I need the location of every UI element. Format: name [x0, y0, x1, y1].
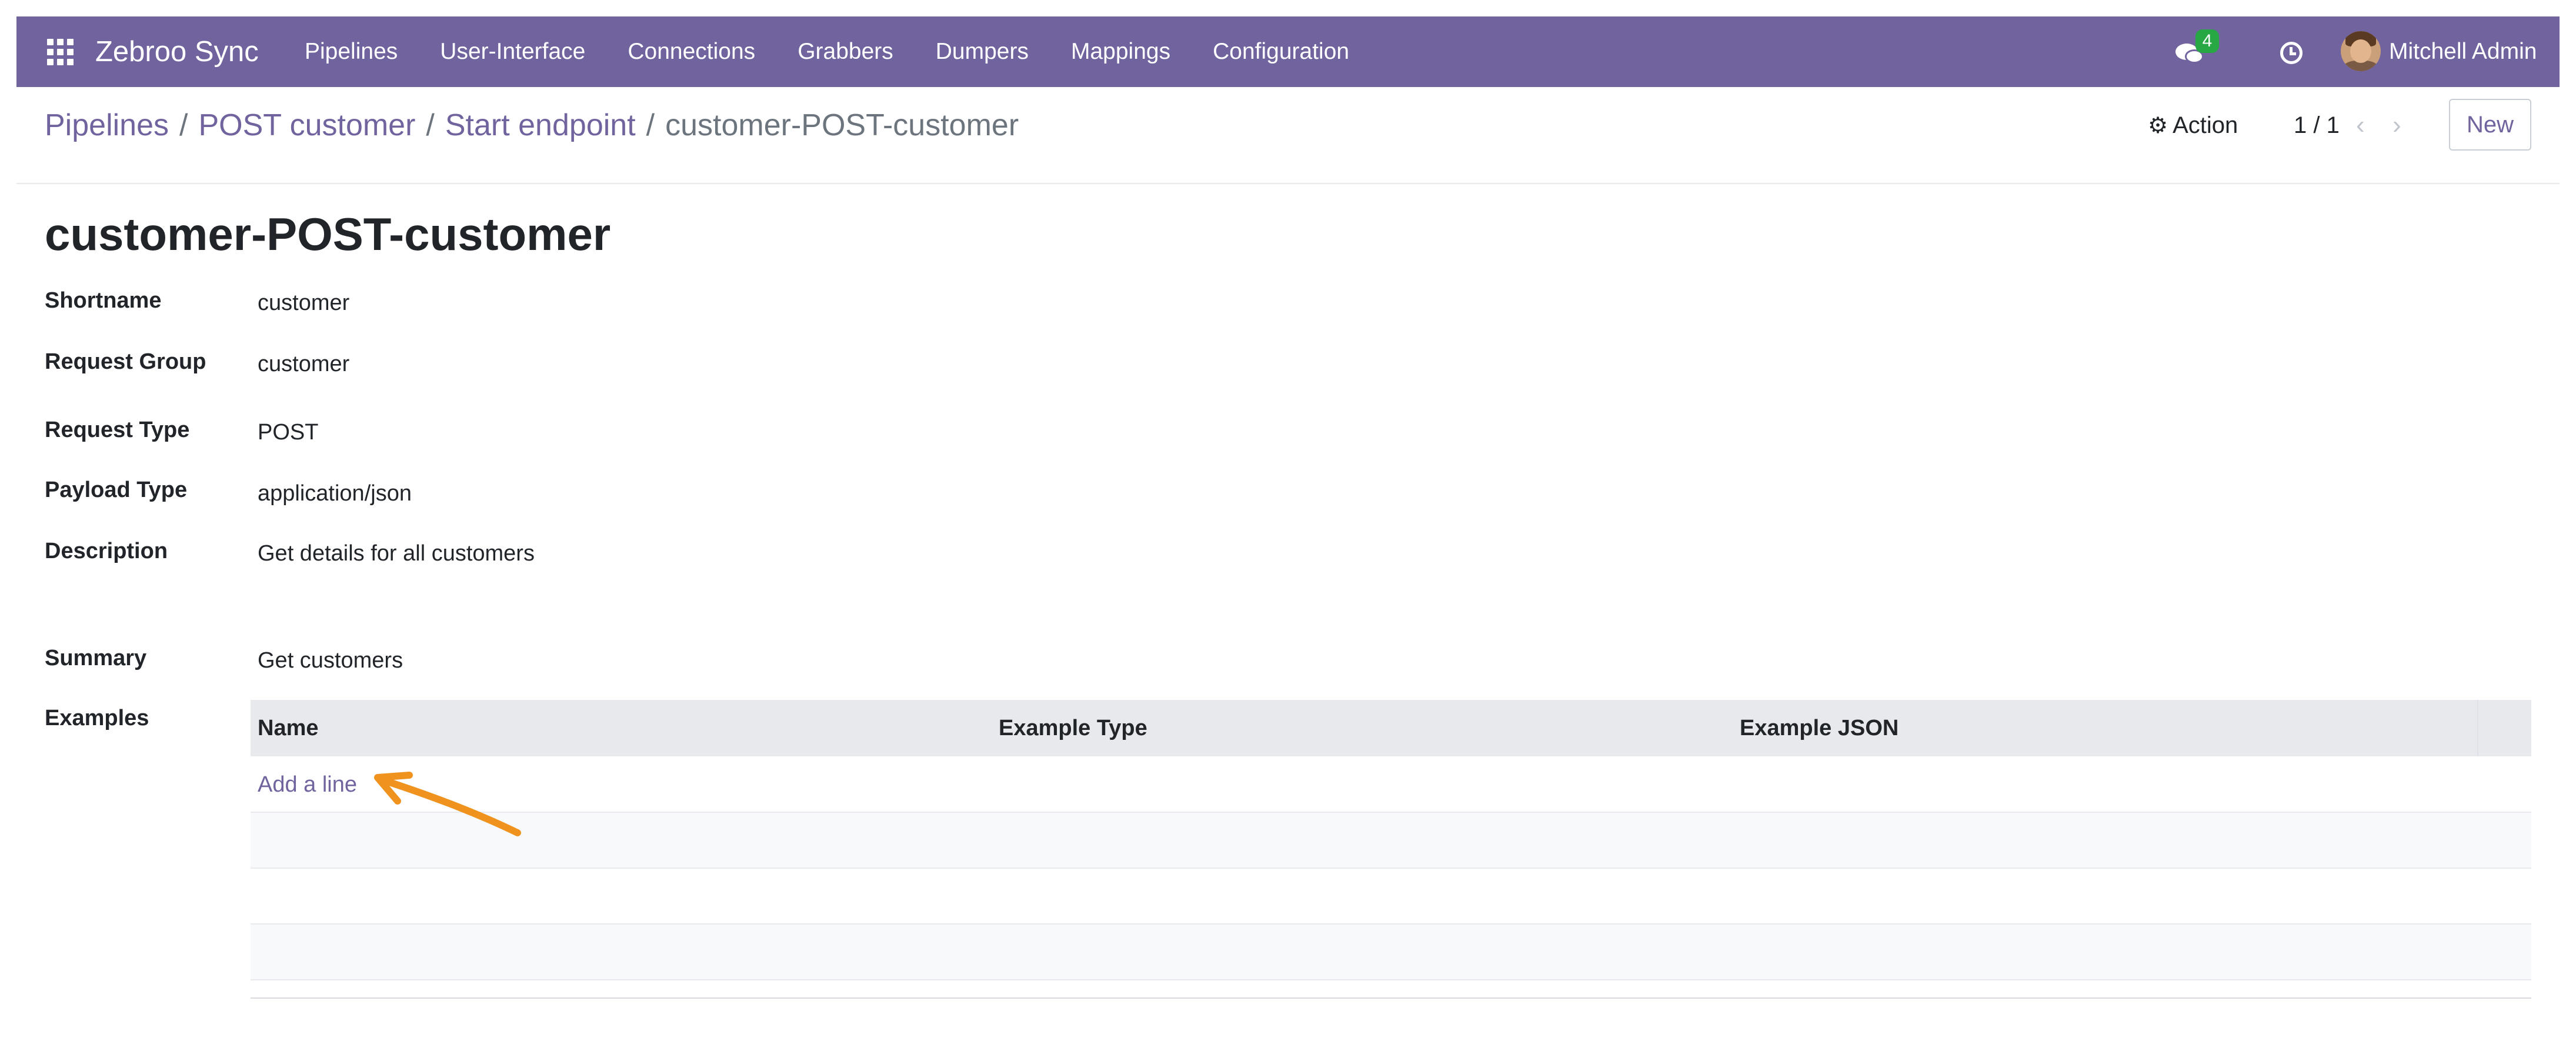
menu-mappings[interactable]: Mappings: [1071, 16, 1170, 87]
menu-pipelines[interactable]: Pipelines: [305, 16, 398, 87]
column-header-example-type[interactable]: Example Type: [999, 700, 1147, 756]
table-bottom-border: [251, 997, 2531, 999]
payload-type-label: Payload Type: [45, 478, 188, 502]
examples-label: Examples: [45, 706, 149, 730]
breadcrumb-separator: /: [179, 108, 188, 142]
pager-next-icon[interactable]: ›: [2393, 87, 2401, 164]
request-group-field[interactable]: customer: [258, 352, 349, 377]
pager-previous-icon[interactable]: ‹: [2356, 87, 2365, 164]
request-type-field[interactable]: POST: [258, 420, 318, 445]
request-type-label: Request Type: [45, 418, 190, 442]
new-record-button[interactable]: New: [2449, 99, 2531, 151]
menu-connections[interactable]: Connections: [628, 16, 755, 87]
add-a-line-link[interactable]: Add a line: [258, 756, 357, 813]
app-window: Zebroo Sync Pipelines User-Interface Con…: [16, 16, 2560, 1025]
payload-type-field[interactable]: application/json: [258, 481, 412, 506]
table-header: Name Example Type Example JSON: [251, 700, 2531, 756]
breadcrumb-separator: /: [426, 108, 435, 142]
action-menu-button[interactable]: ⚙ Action: [2148, 87, 2238, 164]
menu-configuration[interactable]: Configuration: [1213, 16, 1349, 87]
annotation-arrow-icon: [374, 772, 521, 836]
main-navbar: Zebroo Sync Pipelines User-Interface Con…: [16, 16, 2560, 87]
shortname-field[interactable]: customer: [258, 291, 349, 316]
menu-grabbers[interactable]: Grabbers: [798, 16, 893, 87]
description-label: Description: [45, 539, 168, 563]
summary-label: Summary: [45, 646, 147, 670]
column-header-name[interactable]: Name: [258, 700, 319, 756]
action-label: Action: [2173, 112, 2238, 138]
pager-value[interactable]: 1 / 1: [2294, 87, 2340, 164]
record-title[interactable]: customer-POST-customer: [45, 208, 610, 261]
breadcrumb-current: customer-POST-customer: [665, 108, 1019, 142]
shortname-label: Shortname: [45, 288, 162, 313]
empty-table-row: [251, 869, 2531, 925]
app-brand[interactable]: Zebroo Sync: [95, 16, 259, 87]
column-header-example-json[interactable]: Example JSON: [1740, 700, 1898, 756]
description-field[interactable]: Get details for all customers: [258, 541, 535, 566]
control-panel: Pipelines / POST customer / Start endpoint / c…: [16, 87, 2560, 184]
breadcrumb-start-endpoint[interactable]: Start endpoint: [445, 108, 636, 142]
apps-grid-icon[interactable]: [47, 39, 74, 66]
summary-field[interactable]: Get customers: [258, 648, 403, 673]
top-menu: Pipelines User-Interface Connections Gra…: [305, 16, 1392, 87]
breadcrumb-post-customer[interactable]: POST customer: [198, 108, 415, 142]
messages-count-badge: 4: [2195, 29, 2219, 53]
request-group-label: Request Group: [45, 349, 206, 374]
examples-table: Name Example Type Example JSON Add a lin…: [251, 700, 2531, 999]
breadcrumb: Pipelines / POST customer / Start endpoint / c…: [45, 87, 1019, 164]
user-menu-name[interactable]: Mitchell Admin: [2389, 16, 2537, 87]
activity-clock-icon[interactable]: [2280, 42, 2303, 64]
user-avatar[interactable]: [2341, 31, 2381, 71]
breadcrumb-separator: /: [646, 108, 655, 142]
menu-user-interface[interactable]: User-Interface: [440, 16, 585, 87]
breadcrumb-pipelines[interactable]: Pipelines: [45, 108, 169, 142]
menu-dumpers[interactable]: Dumpers: [936, 16, 1029, 87]
gear-icon: ⚙: [2148, 114, 2168, 138]
empty-table-row: [251, 925, 2531, 980]
column-header-actions: [2477, 700, 2531, 756]
empty-table-row: [251, 813, 2531, 869]
add-line-row: Add a line: [251, 756, 2531, 813]
